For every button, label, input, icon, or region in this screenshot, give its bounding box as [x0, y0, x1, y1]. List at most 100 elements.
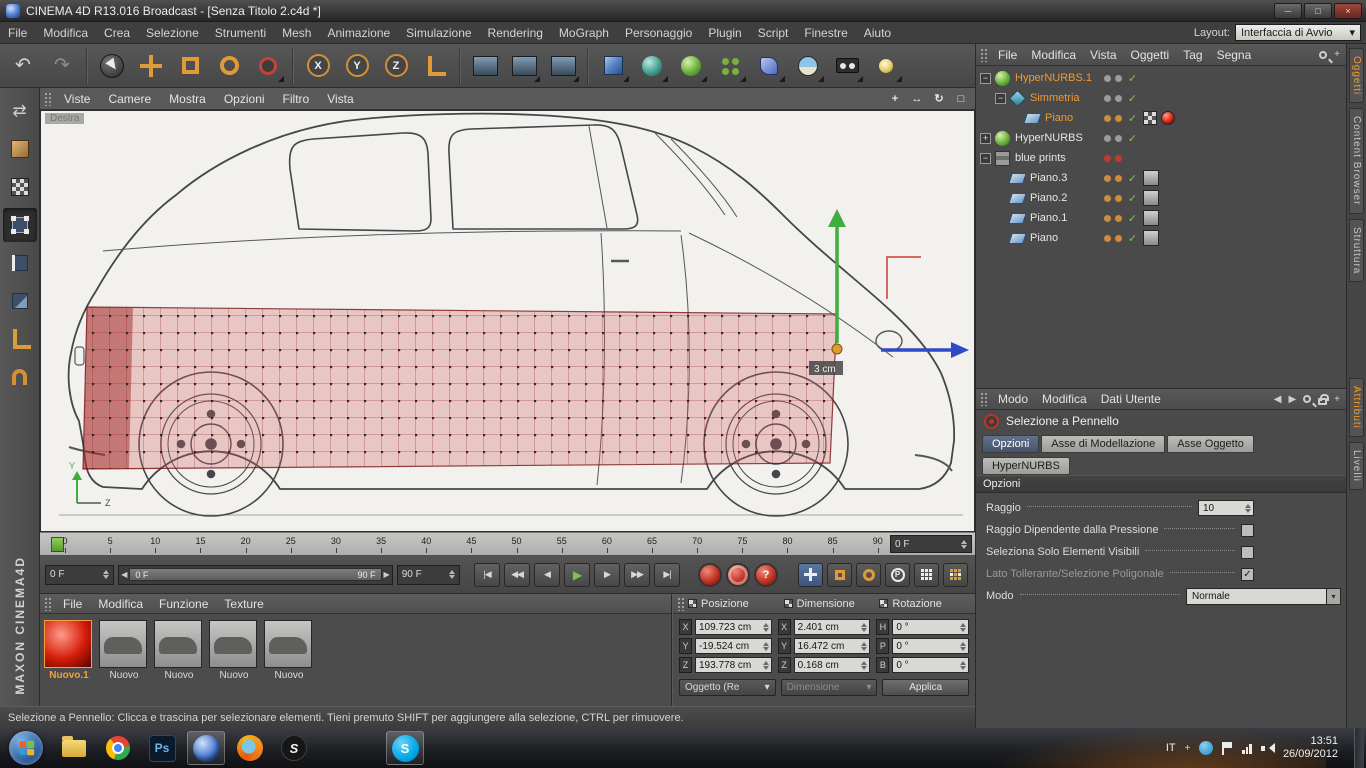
rotation-h-field[interactable]: 0 °: [892, 619, 969, 635]
gizmo-plane-handle[interactable]: [887, 257, 921, 299]
panel-grip-icon[interactable]: [44, 597, 51, 611]
key-scale-toggle[interactable]: [827, 563, 852, 587]
enabled-check-icon[interactable]: ✓: [1126, 212, 1139, 225]
object-label[interactable]: blue prints: [1015, 152, 1066, 164]
add-spline-button[interactable]: [633, 47, 671, 85]
material-menu-funzione[interactable]: Funzione: [151, 597, 216, 611]
menu-animazione[interactable]: Animazione: [319, 22, 398, 43]
autokey-button[interactable]: [726, 563, 750, 587]
taskbar-sothink-button[interactable]: S: [275, 731, 313, 765]
spinner-icon[interactable]: [960, 623, 966, 632]
close-button[interactable]: ×: [1334, 3, 1362, 19]
range-right-arrow-icon[interactable]: ▶: [384, 570, 390, 579]
render-visibility-dot[interactable]: [1115, 195, 1122, 202]
spinner-icon[interactable]: [861, 661, 867, 670]
texture-tag-icon[interactable]: [1143, 210, 1159, 226]
editor-visibility-dot[interactable]: [1104, 195, 1111, 202]
spinner-icon[interactable]: [763, 623, 769, 632]
lock-z-button[interactable]: Z: [377, 47, 415, 85]
range-left-arrow-icon[interactable]: ◀: [121, 570, 127, 579]
lock-x-button[interactable]: X: [299, 47, 337, 85]
menu-selezione[interactable]: Selezione: [138, 22, 207, 43]
taskbar-firefox-button[interactable]: [231, 731, 269, 765]
collapse-icon[interactable]: −: [995, 93, 1006, 104]
hidden-icons-chevron[interactable]: +: [1185, 743, 1191, 754]
model-mode-button[interactable]: [3, 132, 37, 166]
texture-tag-icon[interactable]: [1143, 170, 1159, 186]
editor-visibility-dot[interactable]: [1104, 75, 1111, 82]
frame-field[interactable]: 0 F: [890, 535, 972, 553]
add-deformer-button[interactable]: [750, 47, 788, 85]
om-menu-segna[interactable]: Segna: [1210, 48, 1259, 62]
material-preview[interactable]: [99, 620, 147, 668]
viewport-menu-filtro[interactable]: Filtro: [274, 92, 319, 106]
object-label[interactable]: Piano: [1045, 112, 1073, 124]
dimension-y-field[interactable]: 16.472 cm: [794, 638, 871, 654]
menu-script[interactable]: Script: [750, 22, 797, 43]
edges-mode-button[interactable]: [3, 246, 37, 280]
start-button[interactable]: [9, 731, 43, 765]
show-desktop-button[interactable]: [1354, 728, 1364, 768]
uvw-tag-icon[interactable]: [1143, 111, 1157, 125]
material-item[interactable]: Nuovo: [154, 620, 204, 683]
enabled-check-icon[interactable]: ✓: [1126, 232, 1139, 245]
render-visibility-dot[interactable]: [1115, 75, 1122, 82]
object-row-hypernurbs1[interactable]: − HyperNURBS.1 ✓: [976, 68, 1346, 88]
title-bar[interactable]: CINEMA 4D R13.016 Broadcast - [Senza Tit…: [0, 0, 1366, 22]
gizmo-center-handle[interactable]: [832, 344, 842, 354]
add-icon[interactable]: +: [1334, 49, 1340, 60]
object-row-hypernurbs[interactable]: + HyperNURBS ✓: [976, 128, 1346, 148]
language-indicator[interactable]: IT: [1166, 742, 1176, 754]
add-light-button[interactable]: [867, 47, 905, 85]
material-menu-texture[interactable]: Texture: [216, 597, 271, 611]
mesh-overlay[interactable]: [83, 307, 837, 469]
spinner-icon[interactable]: [103, 570, 109, 579]
am-menu-dati-utente[interactable]: Dati Utente: [1094, 392, 1168, 406]
menu-mesh[interactable]: Mesh: [274, 22, 319, 43]
om-menu-oggetti[interactable]: Oggetti: [1124, 48, 1177, 62]
viewport-menu-mostra[interactable]: Mostra: [160, 92, 215, 106]
pan-view-button[interactable]: +: [887, 91, 903, 107]
render-picture-viewer-button[interactable]: [505, 47, 543, 85]
spinner-icon[interactable]: [1245, 504, 1251, 513]
panel-grip-icon[interactable]: [677, 597, 684, 611]
om-menu-file[interactable]: File: [991, 48, 1024, 62]
object-row-piano3[interactable]: Piano.3 ✓: [976, 168, 1346, 188]
object-label[interactable]: HyperNURBS: [1015, 132, 1083, 144]
material-item[interactable]: Nuovo: [209, 620, 259, 683]
add-icon[interactable]: +: [1334, 394, 1340, 405]
snap-button[interactable]: [3, 360, 37, 394]
material-item[interactable]: Nuovo: [264, 620, 314, 683]
pressure-checkbox[interactable]: [1241, 524, 1254, 537]
history-forward-icon[interactable]: ▶: [1288, 394, 1296, 405]
network-icon[interactable]: [1242, 743, 1252, 754]
tray-app-icon[interactable]: [1199, 741, 1213, 755]
action-center-icon[interactable]: [1222, 742, 1233, 755]
search-icon[interactable]: [1303, 395, 1311, 403]
material-preview[interactable]: [264, 620, 312, 668]
add-cube-button[interactable]: [594, 47, 632, 85]
position-y-field[interactable]: -19.524 cm: [695, 638, 772, 654]
editor-visibility-dot[interactable]: [1104, 235, 1111, 242]
viewport-menu-viste[interactable]: Viste: [55, 92, 99, 106]
object-row-piano1[interactable]: Piano.1 ✓: [976, 208, 1346, 228]
menu-simulazione[interactable]: Simulazione: [398, 22, 479, 43]
axis-gizmo[interactable]: 3 cm: [809, 209, 969, 375]
collapse-icon[interactable]: −: [980, 73, 991, 84]
raggio-field[interactable]: 10: [1198, 500, 1254, 516]
spinner-icon[interactable]: [763, 661, 769, 670]
material-preview[interactable]: [154, 620, 202, 668]
enabled-check-icon[interactable]: ✓: [1126, 92, 1139, 105]
menu-aiuto[interactable]: Aiuto: [856, 22, 899, 43]
tab-content-browser[interactable]: Content Browser: [1349, 108, 1364, 213]
editor-visibility-dot[interactable]: [1104, 215, 1111, 222]
history-back-icon[interactable]: ◀: [1274, 394, 1282, 405]
toggle-view-button[interactable]: □: [953, 91, 969, 107]
expand-icon[interactable]: +: [980, 133, 991, 144]
tab-attributi[interactable]: Attributi: [1349, 378, 1364, 437]
polygons-mode-button[interactable]: [3, 284, 37, 318]
add-hypernurbs-button[interactable]: [672, 47, 710, 85]
tolerant-checkbox[interactable]: ✓: [1241, 568, 1254, 581]
orbit-view-button[interactable]: ↻: [931, 91, 947, 107]
texture-tag-icon[interactable]: [1143, 190, 1159, 206]
